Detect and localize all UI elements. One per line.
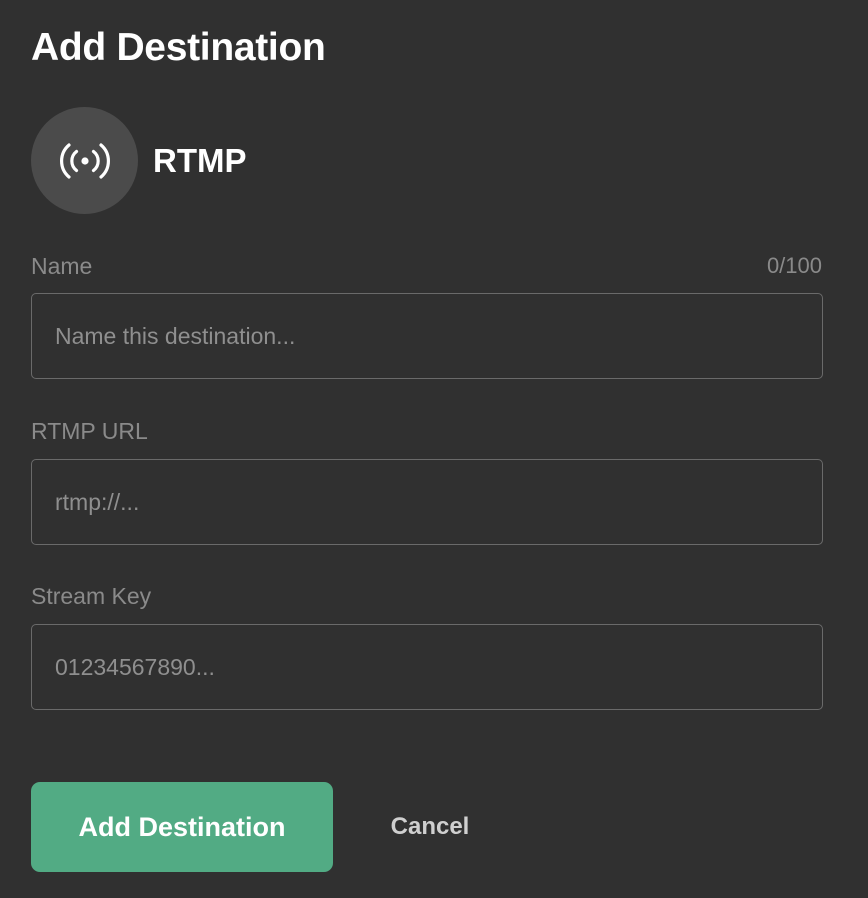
platform-avatar — [31, 107, 138, 214]
name-input[interactable] — [31, 293, 823, 379]
stream-key-input[interactable] — [31, 624, 823, 710]
name-label: Name — [31, 253, 93, 279]
platform-header: RTMP — [31, 107, 247, 214]
name-char-counter: 0/100 — [766, 253, 822, 278]
add-destination-dialog: Add Destination RTMP Name 0/100 RTMP URL… — [0, 0, 868, 898]
stream-key-label: Stream Key — [31, 583, 152, 609]
cancel-button[interactable]: Cancel — [372, 782, 488, 872]
broadcast-icon — [59, 142, 110, 179]
dialog-title: Add Destination — [31, 26, 326, 69]
rtmp-url-input[interactable] — [31, 459, 823, 545]
rtmp-url-label: RTMP URL — [31, 418, 148, 444]
platform-name: RTMP — [153, 141, 247, 179]
add-destination-button[interactable]: Add Destination — [31, 782, 333, 872]
